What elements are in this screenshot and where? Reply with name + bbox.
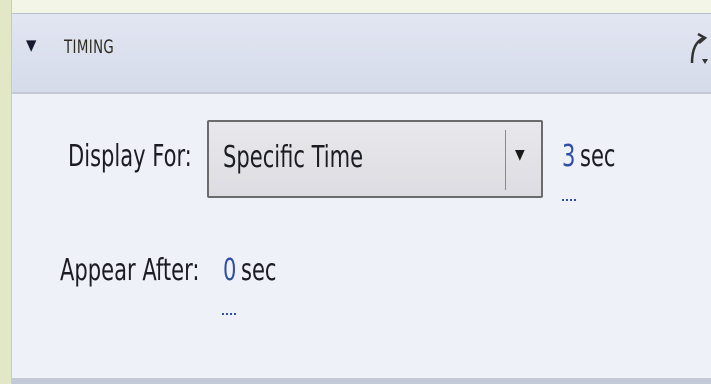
display-for-value-link[interactable]: 3 [562,139,575,174]
display-for-value-underline [562,199,576,201]
panel-bottom-border [12,378,711,384]
panel-title: TIMING [64,36,115,58]
appear-after-value-link[interactable]: 0 [223,253,236,288]
curved-arrow-icon[interactable] [684,29,710,67]
appear-after-unit: sec [241,253,277,288]
display-for-unit: sec [580,139,616,174]
display-for-selected-value: Specific Time [223,140,364,175]
display-for-select[interactable]: Specific Time ▼ [207,120,543,198]
triangle-down-icon[interactable]: ▼ [26,35,40,55]
chevron-down-icon[interactable]: ▼ [515,147,525,163]
timing-panel: ▼ TIMING [12,13,711,384]
display-for-label: Display For: [68,139,192,174]
select-divider [505,130,506,190]
panel-header[interactable]: ▼ TIMING [12,14,711,94]
appear-after-value-underline [222,313,236,315]
appear-after-label: Appear After: [60,253,200,288]
app-frame: ▼ TIMING Display For: Specific Time ▼ 3 … [0,0,711,384]
top-strip [0,0,711,13]
left-edge [0,0,12,384]
